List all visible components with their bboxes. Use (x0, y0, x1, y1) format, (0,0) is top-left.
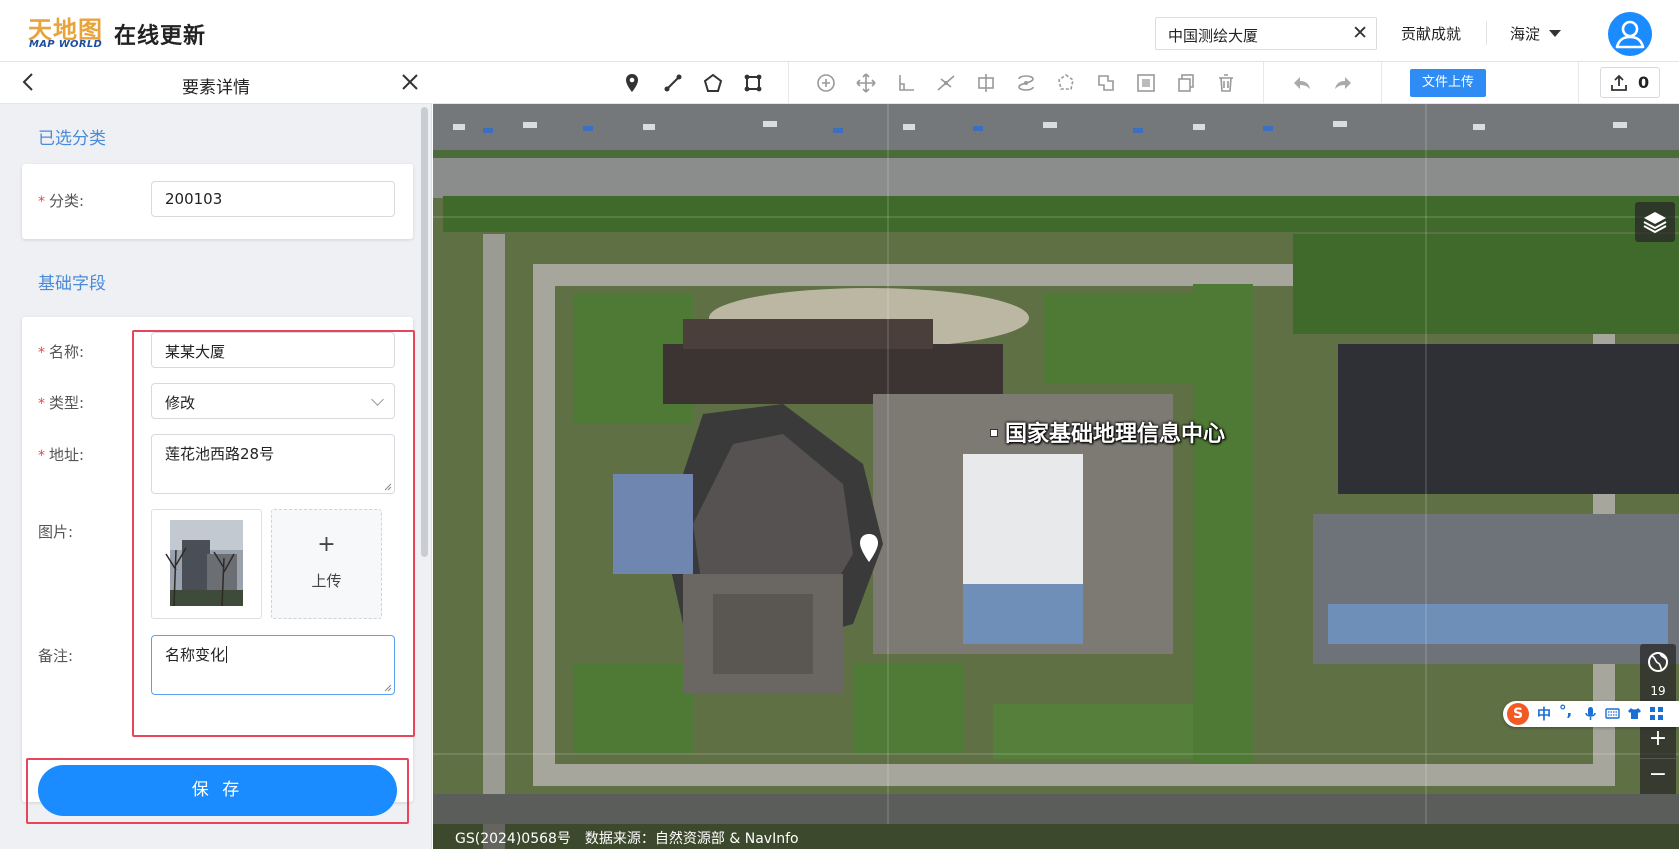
type-label: * 类型: (38, 394, 85, 412)
resize-handle-icon[interactable] (384, 483, 392, 491)
upload-count: 0 (1638, 73, 1650, 92)
toolbar-divider (1578, 62, 1579, 104)
reshape-icon[interactable] (1014, 71, 1038, 95)
panel-title: 要素详情 (182, 78, 250, 98)
copy-icon[interactable] (1174, 71, 1198, 95)
zoom-level: 19 (1640, 680, 1676, 702)
plus-icon: + (317, 532, 336, 557)
app-title: 在线更新 (114, 24, 207, 49)
union-icon[interactable] (1094, 71, 1118, 95)
resize-handle-icon[interactable] (384, 684, 392, 692)
globe-icon[interactable] (1640, 644, 1676, 680)
caret-down-icon[interactable] (1549, 30, 1561, 37)
delete-icon[interactable] (1214, 71, 1238, 95)
map-attribution-bar: GS(2024)0568号 数据来源：自然资源部 & NavInfo (433, 824, 1679, 849)
name-field[interactable]: 某某大厦 (151, 332, 395, 368)
sogou-logo-icon[interactable]: S (1507, 703, 1529, 725)
zoom-out-button[interactable]: − (1640, 758, 1676, 794)
polygon-icon[interactable] (701, 71, 725, 95)
remark-label: 备注: (38, 647, 74, 665)
remark-field[interactable]: 名称变化 (151, 635, 395, 695)
upload-label: 上传 (311, 572, 342, 590)
close-icon[interactable]: ✕ (1352, 22, 1368, 44)
required-mark: * (38, 448, 45, 464)
panel-header: 要素详情 (0, 62, 432, 104)
chevron-down-icon (371, 393, 384, 406)
section-title-basic: 基础字段 (38, 274, 106, 294)
required-mark: * (38, 396, 45, 412)
zoom-in-button[interactable]: + (1640, 722, 1676, 758)
feature-detail-panel: 要素详情 已选分类 * 分类: 200103 基础字段 * 名称: 某某大厦 * 类型… (0, 62, 432, 849)
redo-icon[interactable] (1331, 71, 1355, 95)
toolbar-divider (1263, 62, 1264, 104)
toolbar-divider (1381, 62, 1382, 104)
map-imagery (433, 104, 1679, 849)
address-label: * 地址: (38, 446, 85, 464)
user-avatar-icon[interactable] (1608, 12, 1652, 56)
split-polygon-icon[interactable] (974, 71, 998, 95)
map-toolbar: 文件上传 0 (433, 62, 1679, 104)
app-root: 天地图 MAP WORLD 在线更新 中国测绘大厦 ✕ 贡献成就 海淀 要素详情 (0, 0, 1679, 849)
contribution-link[interactable]: 贡献成就 (1401, 23, 1461, 44)
tianditu-logo[interactable]: 天地图 MAP WORLD (28, 10, 104, 54)
type-select[interactable]: 修改 (151, 383, 395, 419)
panel-scrollbar[interactable] (421, 107, 428, 557)
file-upload-button[interactable]: 文件上传 (1410, 69, 1486, 97)
required-mark: * (38, 194, 45, 210)
upload-queue-button[interactable]: 0 (1600, 67, 1660, 98)
layers-icon[interactable] (1635, 202, 1675, 242)
photo-thumbnail[interactable] (151, 509, 262, 619)
photo-label: 图片: (38, 523, 74, 541)
remark-value: 名称变化 (165, 646, 226, 664)
angle-icon[interactable] (894, 71, 918, 95)
ime-toolbar[interactable]: S 中 °, (1503, 701, 1679, 727)
satellite-map[interactable]: 国家基础地理信息中心 19 + − S 中 °, GS(2024)0568号 数… (433, 104, 1679, 849)
upload-icon (1611, 74, 1627, 91)
microphone-icon[interactable] (1583, 706, 1598, 721)
category-card: * 分类: 200103 (22, 164, 413, 239)
save-button[interactable]: 保 存 (38, 765, 397, 816)
address-value: 莲花池西路28号 (165, 445, 275, 463)
ime-punctuation[interactable]: °, (1559, 702, 1572, 720)
type-select-value: 修改 (165, 394, 196, 412)
search-input[interactable]: 中国测绘大厦 ✕ (1155, 17, 1377, 50)
toolbar-divider (788, 62, 789, 104)
undo-icon[interactable] (1290, 71, 1314, 95)
split-line-icon[interactable] (934, 71, 958, 95)
region-selector[interactable]: 海淀 (1510, 23, 1540, 44)
header-divider (1486, 21, 1487, 45)
grid-menu-icon[interactable] (1649, 706, 1664, 721)
add-vertex-icon[interactable] (814, 71, 838, 95)
skin-shirt-icon[interactable] (1627, 706, 1642, 721)
marker-icon[interactable] (620, 71, 644, 95)
required-mark: * (38, 345, 45, 361)
section-title-category: 已选分类 (38, 129, 106, 149)
rotate-icon[interactable] (1054, 71, 1078, 95)
close-panel-icon[interactable] (398, 70, 422, 94)
buffer-icon[interactable] (1134, 71, 1158, 95)
map-attribution: GS(2024)0568号 数据来源：自然资源部 & NavInfo (455, 831, 799, 847)
poi-label[interactable]: 国家基础地理信息中心 (1005, 416, 1225, 448)
poi-square-icon (990, 429, 998, 437)
logo-english-text: MAP WORLD (29, 39, 103, 50)
line-icon[interactable] (661, 71, 685, 95)
category-field[interactable]: 200103 (151, 181, 395, 217)
ime-mode[interactable]: 中 (1537, 704, 1551, 724)
rectangle-icon[interactable] (741, 71, 765, 95)
keyboard-icon[interactable] (1605, 706, 1620, 721)
move-icon[interactable] (854, 71, 878, 95)
location-pin-icon[interactable] (857, 532, 881, 564)
upload-photo-button[interactable]: + 上传 (271, 509, 382, 619)
basic-fields-card: * 名称: 某某大厦 * 类型: 修改 * 地址: 莲花池西路28号 图片: +… (22, 317, 413, 802)
text-cursor (226, 646, 228, 663)
name-label: * 名称: (38, 343, 85, 361)
search-value: 中国测绘大厦 (1168, 27, 1259, 45)
category-label: * 分类: (38, 192, 85, 210)
address-field[interactable]: 莲花池西路28号 (151, 434, 395, 494)
top-header: 天地图 MAP WORLD 在线更新 中国测绘大厦 ✕ 贡献成就 海淀 (0, 0, 1679, 62)
